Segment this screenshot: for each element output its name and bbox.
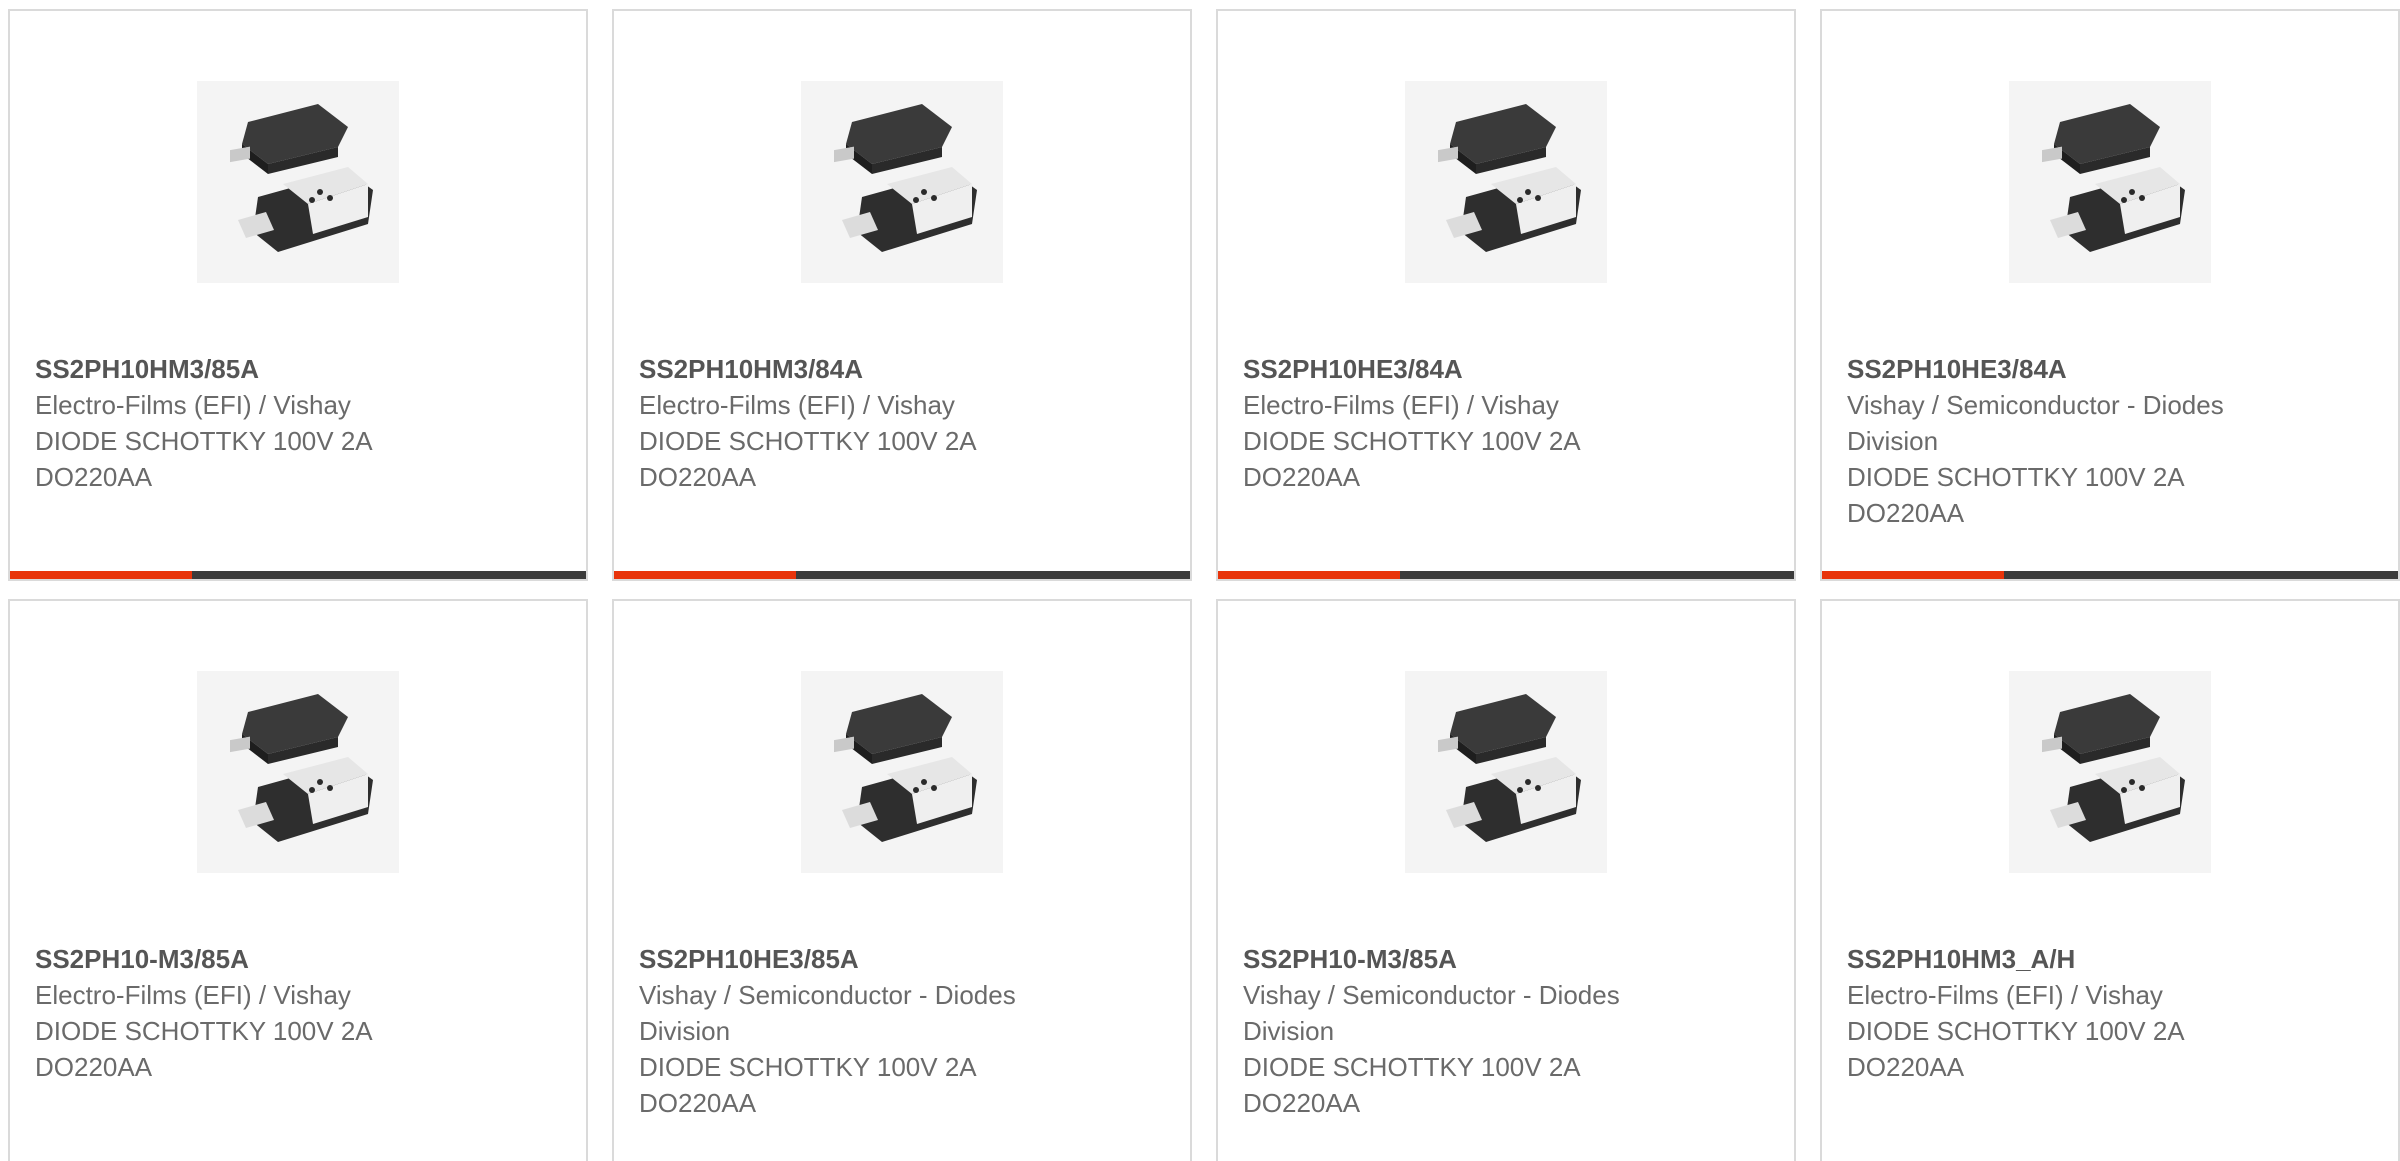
product-info: SS2PH10HM3/85A Electro-Films (EFI) / Vis… bbox=[35, 351, 555, 495]
progress-bar bbox=[614, 571, 1190, 579]
package: DO220AA bbox=[1847, 1052, 1965, 1082]
part-number-link[interactable]: SS2PH10HM3_A/H bbox=[1847, 941, 2367, 977]
part-number-link[interactable]: SS2PH10-M3/85A bbox=[1243, 941, 1763, 977]
part-number-link[interactable]: SS2PH10HM3/84A bbox=[639, 351, 1159, 387]
product-info: SS2PH10HE3/84A Electro-Films (EFI) / Vis… bbox=[1243, 351, 1763, 495]
package: DO220AA bbox=[35, 1052, 153, 1082]
product-info: SS2PH10HM3_A/H Electro-Films (EFI) / Vis… bbox=[1847, 941, 2367, 1085]
manufacturer: Electro-Films (EFI) / Vishay bbox=[1847, 980, 2163, 1010]
package: DO220AA bbox=[1243, 462, 1361, 492]
progress-bar bbox=[1218, 571, 1794, 579]
description: DIODE SCHOTTKY 100V 2A bbox=[1243, 1052, 1581, 1082]
progress-accent bbox=[10, 571, 192, 579]
description: DIODE SCHOTTKY 100V 2A bbox=[639, 426, 977, 456]
part-number-link[interactable]: SS2PH10-M3/85A bbox=[35, 941, 555, 977]
product-card[interactable]: SS2PH10HM3_A/H Electro-Films (EFI) / Vis… bbox=[1820, 599, 2400, 1161]
product-info: SS2PH10-M3/85A Vishay / Semiconductor - … bbox=[1243, 941, 1763, 1121]
part-number-link[interactable]: SS2PH10HE3/85A bbox=[639, 941, 1159, 977]
manufacturer: Vishay / Semiconductor - Diodes Division bbox=[1847, 390, 2224, 456]
description: DIODE SCHOTTKY 100V 2A bbox=[35, 426, 373, 456]
description: DIODE SCHOTTKY 100V 2A bbox=[639, 1052, 977, 1082]
product-info: SS2PH10HE3/84A Vishay / Semiconductor - … bbox=[1847, 351, 2367, 531]
progress-bar bbox=[10, 571, 586, 579]
manufacturer: Vishay / Semiconductor - Diodes Division bbox=[1243, 980, 1620, 1046]
package: DO220AA bbox=[1243, 1088, 1361, 1118]
progress-accent bbox=[1218, 571, 1400, 579]
description: DIODE SCHOTTKY 100V 2A bbox=[1243, 426, 1581, 456]
package: DO220AA bbox=[639, 462, 757, 492]
diode-package-icon[interactable] bbox=[801, 81, 1003, 283]
diode-package-icon[interactable] bbox=[197, 81, 399, 283]
manufacturer: Electro-Films (EFI) / Vishay bbox=[639, 390, 955, 420]
product-card[interactable]: SS2PH10HE3/84A Vishay / Semiconductor - … bbox=[1820, 9, 2400, 581]
progress-accent bbox=[1822, 571, 2004, 579]
manufacturer: Electro-Films (EFI) / Vishay bbox=[35, 390, 351, 420]
package: DO220AA bbox=[639, 1088, 757, 1118]
progress-bar bbox=[1822, 571, 2398, 579]
product-grid: SS2PH10HM3/85A Electro-Films (EFI) / Vis… bbox=[0, 0, 2400, 1161]
product-card[interactable]: SS2PH10-M3/85A Vishay / Semiconductor - … bbox=[1216, 599, 1796, 1161]
product-card[interactable]: SS2PH10HM3/85A Electro-Films (EFI) / Vis… bbox=[8, 9, 588, 581]
product-card[interactable]: SS2PH10-M3/85A Electro-Films (EFI) / Vis… bbox=[8, 599, 588, 1161]
diode-package-icon[interactable] bbox=[1405, 81, 1607, 283]
product-card[interactable]: SS2PH10HE3/84A Electro-Films (EFI) / Vis… bbox=[1216, 9, 1796, 581]
description: DIODE SCHOTTKY 100V 2A bbox=[1847, 462, 2185, 492]
diode-package-icon[interactable] bbox=[197, 671, 399, 873]
description: DIODE SCHOTTKY 100V 2A bbox=[35, 1016, 373, 1046]
diode-package-icon[interactable] bbox=[2009, 671, 2211, 873]
product-info: SS2PH10HM3/84A Electro-Films (EFI) / Vis… bbox=[639, 351, 1159, 495]
product-card[interactable]: SS2PH10HE3/85A Vishay / Semiconductor - … bbox=[612, 599, 1192, 1161]
progress-accent bbox=[614, 571, 796, 579]
product-info: SS2PH10HE3/85A Vishay / Semiconductor - … bbox=[639, 941, 1159, 1121]
package: DO220AA bbox=[1847, 498, 1965, 528]
part-number-link[interactable]: SS2PH10HE3/84A bbox=[1847, 351, 2367, 387]
part-number-link[interactable]: SS2PH10HE3/84A bbox=[1243, 351, 1763, 387]
manufacturer: Electro-Films (EFI) / Vishay bbox=[35, 980, 351, 1010]
diode-package-icon[interactable] bbox=[2009, 81, 2211, 283]
diode-package-icon[interactable] bbox=[1405, 671, 1607, 873]
product-card[interactable]: SS2PH10HM3/84A Electro-Films (EFI) / Vis… bbox=[612, 9, 1192, 581]
diode-package-icon[interactable] bbox=[801, 671, 1003, 873]
manufacturer: Electro-Films (EFI) / Vishay bbox=[1243, 390, 1559, 420]
description: DIODE SCHOTTKY 100V 2A bbox=[1847, 1016, 2185, 1046]
manufacturer: Vishay / Semiconductor - Diodes Division bbox=[639, 980, 1016, 1046]
product-info: SS2PH10-M3/85A Electro-Films (EFI) / Vis… bbox=[35, 941, 555, 1085]
package: DO220AA bbox=[35, 462, 153, 492]
part-number-link[interactable]: SS2PH10HM3/85A bbox=[35, 351, 555, 387]
